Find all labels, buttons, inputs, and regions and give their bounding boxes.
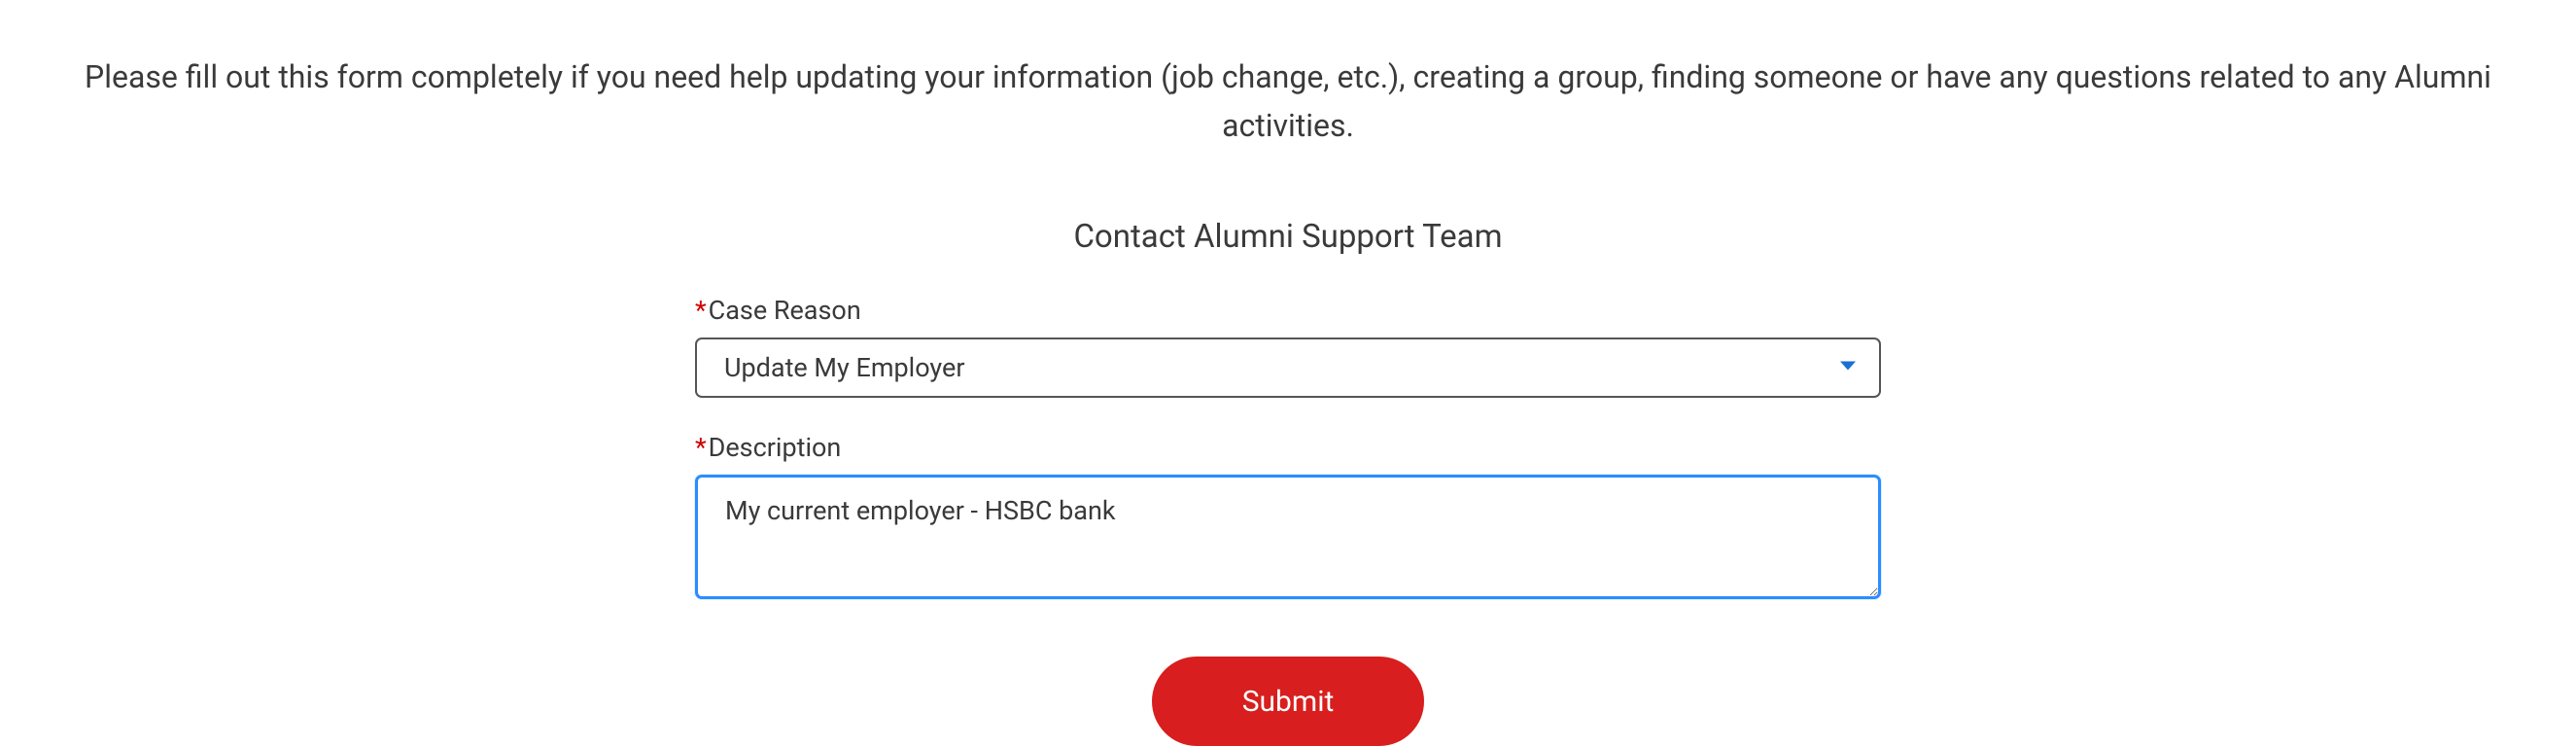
case-reason-select[interactable]: Update My Employer xyxy=(695,337,1881,398)
description-textarea[interactable]: My current employer - HSBC bank xyxy=(695,475,1881,599)
description-label-text: Description xyxy=(709,432,842,463)
intro-text: Please fill out this form completely if … xyxy=(34,53,2542,150)
case-reason-select-wrapper: Update My Employer xyxy=(695,337,1881,398)
case-reason-value: Update My Employer xyxy=(724,352,965,383)
submit-button[interactable]: Submit xyxy=(1152,657,1424,746)
case-reason-label-text: Case Reason xyxy=(709,295,861,326)
required-mark: * xyxy=(695,432,707,463)
case-reason-label: *Case Reason xyxy=(695,295,1881,326)
required-mark: * xyxy=(695,295,707,326)
description-label: *Description xyxy=(695,432,1881,463)
form-container: Please fill out this form completely if … xyxy=(0,0,2576,746)
contact-form: *Case Reason Update My Employer *Descrip… xyxy=(695,295,1881,746)
submit-row: Submit xyxy=(695,657,1881,746)
description-group: *Description My current employer - HSBC … xyxy=(695,432,1881,603)
case-reason-group: *Case Reason Update My Employer xyxy=(695,295,1881,398)
form-title: Contact Alumni Support Team xyxy=(1073,218,1502,256)
